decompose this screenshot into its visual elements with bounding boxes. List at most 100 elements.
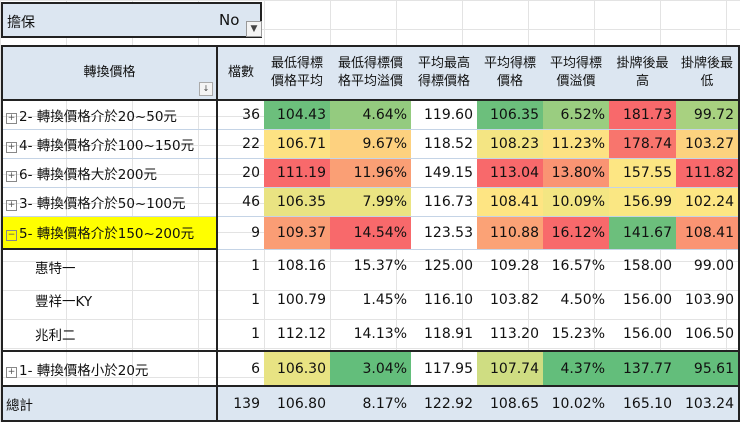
value-cell: 156.00 <box>623 292 672 308</box>
row-label[interactable]: 總計 <box>2 385 218 422</box>
value-cell: 113.04 <box>477 158 543 188</box>
count-cell: 139 <box>217 385 264 422</box>
row-label-text: 2- 轉換價格介於20~50元 <box>19 108 177 125</box>
value-cell: 118.91 <box>424 325 473 342</box>
collapse-icon[interactable]: − <box>6 230 17 242</box>
value-cell: 113.20 <box>490 325 539 342</box>
header-label: 平均得標 價溢價 <box>549 56 602 89</box>
value-cell: 110.88 <box>477 216 543 250</box>
header-label: 最低得標價 格平均溢價 <box>337 56 403 89</box>
value-cell: 6.52% <box>543 100 609 130</box>
value-cell: 4.50% <box>560 292 605 308</box>
row-label[interactable]: +3- 轉換價格介於50~100元 <box>2 187 218 217</box>
value-cell: 149.15 <box>411 158 477 188</box>
value-cell: 15.23% <box>551 325 605 342</box>
value-cell: 106.80 <box>264 385 330 422</box>
value-cell: 103.27 <box>676 129 739 159</box>
value-cell: 14.13% <box>353 325 407 342</box>
filter-icon[interactable]: ▼ <box>246 21 262 37</box>
value-cell: 106.30 <box>264 350 330 387</box>
column-header: 平均得標 價溢價 <box>543 46 609 101</box>
table-row: +2- 轉換價格介於20~50元 36 104.43 4.64% 119.60 106.3… <box>2 100 739 130</box>
value-cell: 156.99 <box>609 187 676 217</box>
value-cell: 14.54% <box>330 216 411 250</box>
value-cell: 8.17% <box>330 385 411 422</box>
value-cell: 137.77 <box>609 350 676 387</box>
count-cell: 1 <box>251 325 260 342</box>
value-cell: 99.72 <box>676 100 739 130</box>
row-label-text: 3- 轉換價格介於50~100元 <box>19 195 186 212</box>
header-label: 最低得標 價格平均 <box>270 56 323 89</box>
value-cell: 165.10 <box>609 385 676 422</box>
header-label: 平均最高 得標價格 <box>417 56 470 89</box>
row-label[interactable]: 惠特一 <box>2 248 218 283</box>
count-cell: 6 <box>217 350 264 387</box>
value-cell: 108.41 <box>477 187 543 217</box>
grand-total-row: 總計 139 106.80 8.17% 122.92 108.65 10.02% 165.10… <box>2 385 739 422</box>
row-label[interactable]: +6- 轉換價格大於200元 <box>2 158 218 188</box>
value-cell: 108.16 <box>277 258 326 275</box>
header-label: 平均得標 價格 <box>483 56 536 89</box>
value-cell: 16.57% <box>551 258 605 275</box>
value-cell: 7.99% <box>330 187 411 217</box>
value-cell: 119.60 <box>411 100 477 130</box>
value-cell: 106.50 <box>685 325 734 342</box>
count-cell: 46 <box>217 187 264 217</box>
value-cell: 157.55 <box>609 158 676 188</box>
row-label-text: 豐祥一KY <box>35 294 93 310</box>
value-cell: 107.74 <box>477 350 543 387</box>
expand-icon[interactable]: + <box>6 199 17 211</box>
header-label: 掛牌後最 低 <box>680 56 733 89</box>
value-cell: 11.23% <box>543 129 609 159</box>
value-cell: 123.53 <box>411 216 477 250</box>
value-cell: 103.90 <box>685 292 734 308</box>
row-label[interactable]: +1- 轉換價格小於20元 <box>2 350 218 387</box>
value-cell: 118.52 <box>411 129 477 159</box>
expand-icon[interactable]: + <box>6 170 17 182</box>
value-cell: 4.64% <box>330 100 411 130</box>
value-cell: 95.61 <box>676 350 739 387</box>
value-cell: 11.96% <box>330 158 411 188</box>
value-cell: 116.73 <box>411 187 477 217</box>
table-row: 兆利二 1 112.12 14.13% 118.91 113.20 15.23% 156.00… <box>2 317 739 351</box>
value-cell: 125.00 <box>424 258 473 275</box>
row-label-text: 兆利二 <box>35 327 76 344</box>
row-label-text: 惠特一 <box>35 260 76 277</box>
column-header: 平均最高 得標價格 <box>411 46 477 101</box>
column-header: 檔數 <box>217 46 264 101</box>
value-cell: 3.04% <box>330 350 411 387</box>
expand-icon[interactable]: + <box>6 112 17 124</box>
value-cell: 108.65 <box>477 385 543 422</box>
report-filter: 擔保 No ▼ <box>1 2 262 38</box>
count-cell: 22 <box>217 129 264 159</box>
value-cell: 4.37% <box>543 350 609 387</box>
row-label[interactable]: −5- 轉換價格介於150~200元 <box>2 216 218 250</box>
value-cell: 111.82 <box>676 158 739 188</box>
row-label[interactable]: 兆利二 <box>2 317 218 351</box>
header-label: 掛牌後最 高 <box>616 56 669 89</box>
row-label[interactable]: 豐祥一KY <box>2 283 218 317</box>
value-cell: 99.00 <box>693 258 734 275</box>
table-row: +6- 轉換價格大於200元 20 111.19 11.96% 149.15 113.04… <box>2 158 739 188</box>
value-cell: 10.02% <box>543 385 609 422</box>
filter-label: 擔保 <box>7 15 35 31</box>
value-cell: 122.92 <box>411 385 477 422</box>
value-cell: 108.23 <box>477 129 543 159</box>
column-header: 平均得標 價格 <box>477 46 543 101</box>
row-label[interactable]: +2- 轉換價格介於20~50元 <box>2 100 218 130</box>
value-cell: 117.95 <box>411 350 477 387</box>
value-cell: 158.00 <box>623 258 672 275</box>
count-cell: 1 <box>251 258 260 275</box>
row-field-header[interactable]: 轉換價格 ↓ <box>2 46 218 101</box>
expand-icon[interactable]: + <box>6 366 17 378</box>
value-cell: 103.82 <box>490 292 539 308</box>
expand-icon[interactable]: + <box>6 141 17 153</box>
sort-filter-icon[interactable]: ↓ <box>199 82 213 96</box>
value-cell: 102.24 <box>676 187 739 217</box>
value-cell: 10.09% <box>543 187 609 217</box>
count-cell: 36 <box>217 100 264 130</box>
row-label[interactable]: +4- 轉換價格介於100~150元 <box>2 129 218 159</box>
count-cell: 20 <box>217 158 264 188</box>
header-label: 檔數 <box>227 65 254 80</box>
value-cell: 104.43 <box>264 100 330 130</box>
